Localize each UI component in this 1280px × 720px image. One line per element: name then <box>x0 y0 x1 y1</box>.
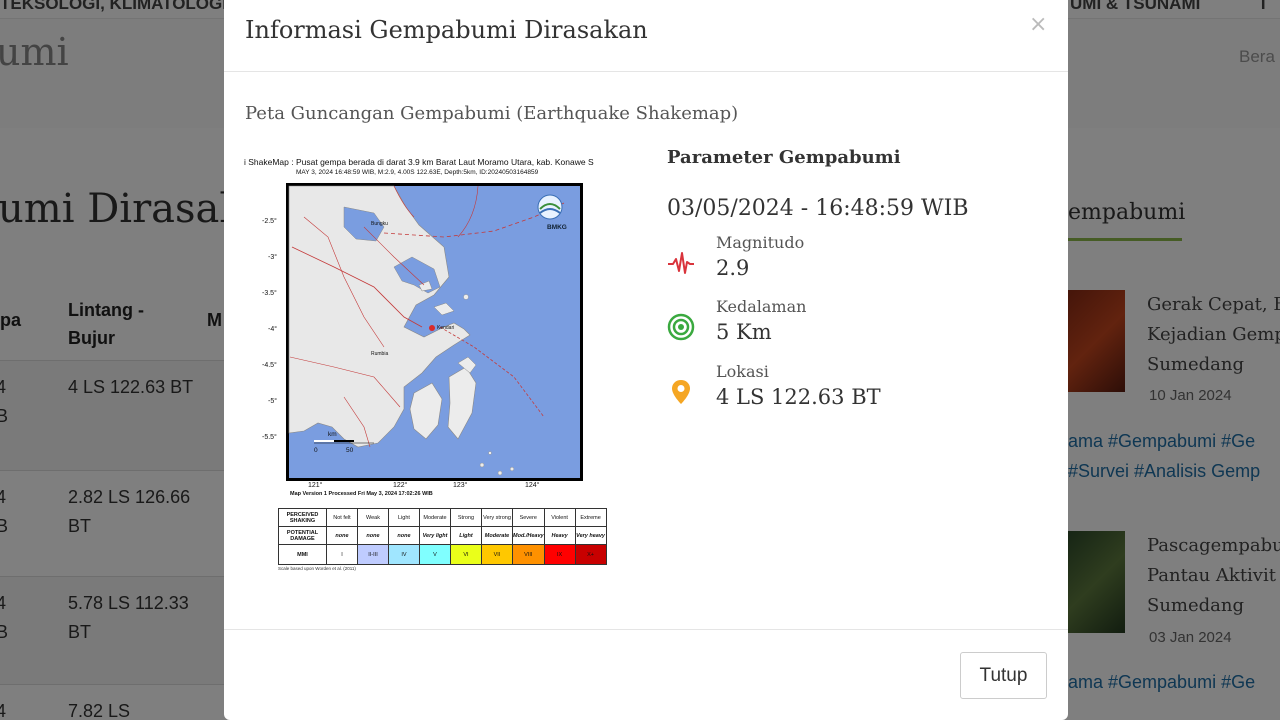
param-location: Lokasi 4 LS 122.63 BT <box>667 362 1047 422</box>
param-magnitude: Magnitudo 2.9 <box>667 233 1047 293</box>
lon-tick-label: 121° <box>308 482 323 489</box>
modal-header: Informasi Gempabumi Dirasakan × <box>224 0 1068 72</box>
depth-value: 5 Km <box>716 320 772 344</box>
map-place-label: Bungku <box>371 221 388 227</box>
lat-tick-label: -5.5° <box>262 434 277 441</box>
modal-title: Informasi Gempabumi Dirasakan <box>245 16 648 44</box>
bmkg-logo-text: BMKG <box>547 224 567 231</box>
lat-tick-label: -3.5° <box>262 290 277 297</box>
param-depth: Kedalaman 5 Km <box>667 297 1047 357</box>
map-version: Map Version 1 Processed Fri May 3, 2024 … <box>290 491 433 497</box>
legend-mmi-cell: I <box>326 544 358 565</box>
magnitude-value: 2.9 <box>716 256 750 280</box>
legend-mmi-cell: V <box>419 544 451 565</box>
legend-row-damage: POTENTIAL DAMAGE none none none Very lig… <box>278 526 607 545</box>
lon-tick-label: 122° <box>393 482 408 489</box>
legend-cell: none <box>357 526 389 545</box>
scale-tick-label: 0 <box>314 447 318 454</box>
legend-mmi-cell: II-III <box>357 544 389 565</box>
map-place-label: Rumbia <box>371 351 389 357</box>
depth-icon <box>667 313 695 341</box>
legend-cell: Moderate <box>481 526 513 545</box>
legend-cell: Very heavy <box>574 526 607 545</box>
seismograph-icon <box>667 249 695 277</box>
legend-mmi-cell: VII <box>481 544 513 565</box>
legend-cell: Not felt <box>326 508 358 527</box>
param-label: Kedalaman <box>716 297 807 316</box>
scale-tick-label: 50 <box>346 447 354 454</box>
legend-cell: Very strong <box>481 508 513 527</box>
lon-tick-label: 123° <box>453 482 468 489</box>
shakemap-heading: Peta Guncangan Gempabumi (Earthquake Sha… <box>245 103 739 124</box>
legend-cell: Strong <box>450 508 482 527</box>
lat-tick-label: -2.5° <box>262 218 277 225</box>
legend-cell: Moderate <box>419 508 451 527</box>
legend-mmi-cell: X+ <box>574 544 607 565</box>
legend-cell: Very light <box>419 526 451 545</box>
legend-cell: Extreme <box>574 508 607 527</box>
legend-note: Scale based upon Worden et al. (2011) <box>278 566 356 571</box>
legend-cell: Violent <box>543 508 576 527</box>
location-pin-icon <box>667 378 695 406</box>
legend-cell: none <box>388 526 420 545</box>
legend-cell: Severe <box>512 508 545 527</box>
lat-tick-label: -4.5° <box>262 362 277 369</box>
legend-cell: Light <box>388 508 420 527</box>
legend-row-mmi: MMI I II-III IV V VI VII VIII IX X+ <box>278 544 607 565</box>
parameter-title: Parameter Gempabumi <box>667 147 901 168</box>
legend-row-header: POTENTIAL DAMAGE <box>278 526 327 545</box>
shakemap-subtitle: MAY 3, 2024 16:48:59 WIB, M:2.9, 4.00S 1… <box>296 169 539 176</box>
modal-footer: Tutup <box>224 629 1068 720</box>
legend-mmi-cell: IV <box>388 544 420 565</box>
shakemap-title: i ShakeMap : Pusat gempa berada di darat… <box>244 157 594 167</box>
legend-cell: none <box>326 526 358 545</box>
legend-cell: Heavy <box>543 526 576 545</box>
legend-mmi-cell: IX <box>543 544 576 565</box>
location-value: 4 LS 122.63 BT <box>716 385 881 409</box>
lon-tick-label: 124° <box>525 482 540 489</box>
legend-row-header: PERCEIVED SHAKING <box>278 508 327 527</box>
legend-cell: Weak <box>357 508 389 527</box>
map-place-label: Kendari <box>437 325 455 331</box>
close-button[interactable]: Tutup <box>960 652 1047 699</box>
lat-tick-label: -3° <box>268 254 278 261</box>
shakemap-image[interactable]: i ShakeMap : Pusat gempa berada di darat… <box>244 155 634 575</box>
lat-tick-label: -4° <box>268 326 278 333</box>
close-icon[interactable]: × <box>1029 12 1047 37</box>
legend-row-shaking: PERCEIVED SHAKING Not felt Weak Light Mo… <box>278 508 607 527</box>
legend-row-header: MMI <box>278 544 327 565</box>
lat-tick-label: -5° <box>268 398 278 405</box>
earthquake-info-modal: Informasi Gempabumi Dirasakan × Peta Gun… <box>224 0 1068 720</box>
earthquake-datetime: 03/05/2024 - 16:48:59 WIB <box>667 196 969 221</box>
legend-cell: Mod./Heavy <box>512 526 545 545</box>
param-label: Lokasi <box>716 362 769 381</box>
param-label: Magnitudo <box>716 233 805 252</box>
legend-cell: Light <box>450 526 482 545</box>
legend-mmi-cell: VIII <box>512 544 545 565</box>
mmi-legend-table: PERCEIVED SHAKING Not felt Weak Light Mo… <box>278 508 607 565</box>
legend-mmi-cell: VI <box>450 544 482 565</box>
shakemap-map <box>286 183 583 481</box>
scale-unit-label: km <box>328 431 337 438</box>
